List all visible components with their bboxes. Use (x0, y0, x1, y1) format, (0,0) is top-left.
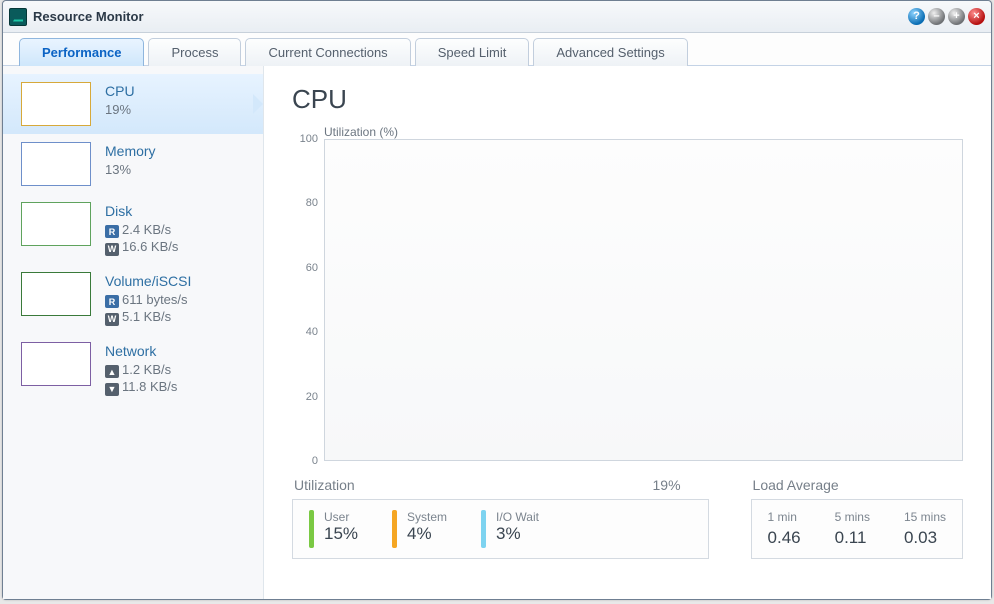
tab-bar: Performance Process Current Connections … (3, 33, 991, 66)
stats-row: Utilization 19% User 15% (292, 477, 963, 559)
memory-percent: 13% (105, 161, 156, 179)
write-icon: W (105, 313, 119, 326)
tab-current-connections[interactable]: Current Connections (245, 38, 410, 66)
network-thumbnail (21, 342, 91, 386)
sidebar-item-label: Network (105, 342, 177, 361)
utilization-user: User 15% (309, 510, 358, 548)
iowait-bar-icon (481, 510, 486, 548)
cpu-thumbnail (21, 82, 91, 126)
chart-y-label: Utilization (%) (324, 125, 963, 139)
disk-read: 2.4 KB/s (122, 222, 171, 237)
volume-thumbnail (21, 272, 91, 316)
load-1min: 1 min 0.46 (768, 510, 801, 548)
y-tick: 40 (306, 326, 318, 338)
utilization-box: User 15% System 4% (292, 499, 709, 559)
y-tick: 20 (306, 391, 318, 403)
sidebar-item-volume-iscsi[interactable]: Volume/iSCSI R611 bytes/s W5.1 KB/s (3, 264, 263, 334)
chart: 100 80 60 40 20 0 (292, 139, 963, 461)
sidebar-item-label: CPU (105, 82, 135, 101)
volume-write: 5.1 KB/s (122, 309, 171, 324)
maximize-button[interactable]: + (948, 8, 965, 25)
chart-plot-area (324, 139, 963, 461)
y-tick: 80 (306, 197, 318, 209)
user-bar-icon (309, 510, 314, 548)
read-icon: R (105, 225, 119, 238)
main-panel: CPU Utilization (%) 100 80 60 40 20 0 Ut… (264, 66, 991, 599)
sidebar-item-memory[interactable]: Memory 13% (3, 134, 263, 194)
disk-write: 16.6 KB/s (122, 239, 178, 254)
network-up: 1.2 KB/s (122, 362, 171, 377)
sidebar-item-label: Volume/iSCSI (105, 272, 191, 291)
resource-sidebar: CPU 19% Memory 13% Disk R2.4 KB/s W16.6 … (3, 66, 264, 599)
volume-read: 611 bytes/s (122, 292, 188, 307)
help-button[interactable]: ? (908, 8, 925, 25)
resource-monitor-window: Resource Monitor ? – + × Performance Pro… (2, 0, 992, 600)
upload-icon: ▲ (105, 365, 119, 378)
utilization-system: System 4% (392, 510, 447, 548)
load-5mins: 5 mins 0.11 (835, 510, 870, 548)
utilization-total: 19% (653, 477, 709, 493)
write-icon: W (105, 243, 119, 256)
load-average-header: Load Average (753, 477, 839, 493)
close-button[interactable]: × (968, 8, 985, 25)
tab-advanced-settings[interactable]: Advanced Settings (533, 38, 687, 66)
sidebar-item-disk[interactable]: Disk R2.4 KB/s W16.6 KB/s (3, 194, 263, 264)
load-average-box: 1 min 0.46 5 mins 0.11 15 mins 0.03 (751, 499, 963, 559)
body: CPU 19% Memory 13% Disk R2.4 KB/s W16.6 … (3, 66, 991, 599)
utilization-header: Utilization (294, 477, 355, 493)
y-tick: 0 (312, 455, 318, 467)
page-title: CPU (292, 84, 963, 115)
window-title: Resource Monitor (33, 9, 905, 24)
sidebar-item-label: Memory (105, 142, 156, 161)
minimize-button[interactable]: – (928, 8, 945, 25)
y-tick: 60 (306, 262, 318, 274)
sidebar-item-label: Disk (105, 202, 178, 221)
memory-thumbnail (21, 142, 91, 186)
network-down: 11.8 KB/s (122, 379, 177, 394)
load-15mins: 15 mins 0.03 (904, 510, 946, 548)
app-icon (9, 8, 27, 26)
cpu-percent: 19% (105, 101, 135, 119)
titlebar: Resource Monitor ? – + × (3, 1, 991, 33)
tab-performance[interactable]: Performance (19, 38, 144, 66)
chart-y-axis: 100 80 60 40 20 0 (292, 139, 324, 461)
sidebar-item-network[interactable]: Network ▲1.2 KB/s ▼11.8 KB/s (3, 334, 263, 404)
utilization-section: Utilization 19% User 15% (292, 477, 709, 559)
load-average-section: Load Average 1 min 0.46 5 mins 0.11 15 m… (751, 477, 963, 559)
tab-speed-limit[interactable]: Speed Limit (415, 38, 530, 66)
sidebar-item-cpu[interactable]: CPU 19% (3, 74, 263, 134)
download-icon: ▼ (105, 383, 119, 396)
disk-thumbnail (21, 202, 91, 246)
utilization-iowait: I/O Wait 3% (481, 510, 539, 548)
read-icon: R (105, 295, 119, 308)
tab-process[interactable]: Process (148, 38, 241, 66)
y-tick: 100 (300, 133, 318, 145)
system-bar-icon (392, 510, 397, 548)
